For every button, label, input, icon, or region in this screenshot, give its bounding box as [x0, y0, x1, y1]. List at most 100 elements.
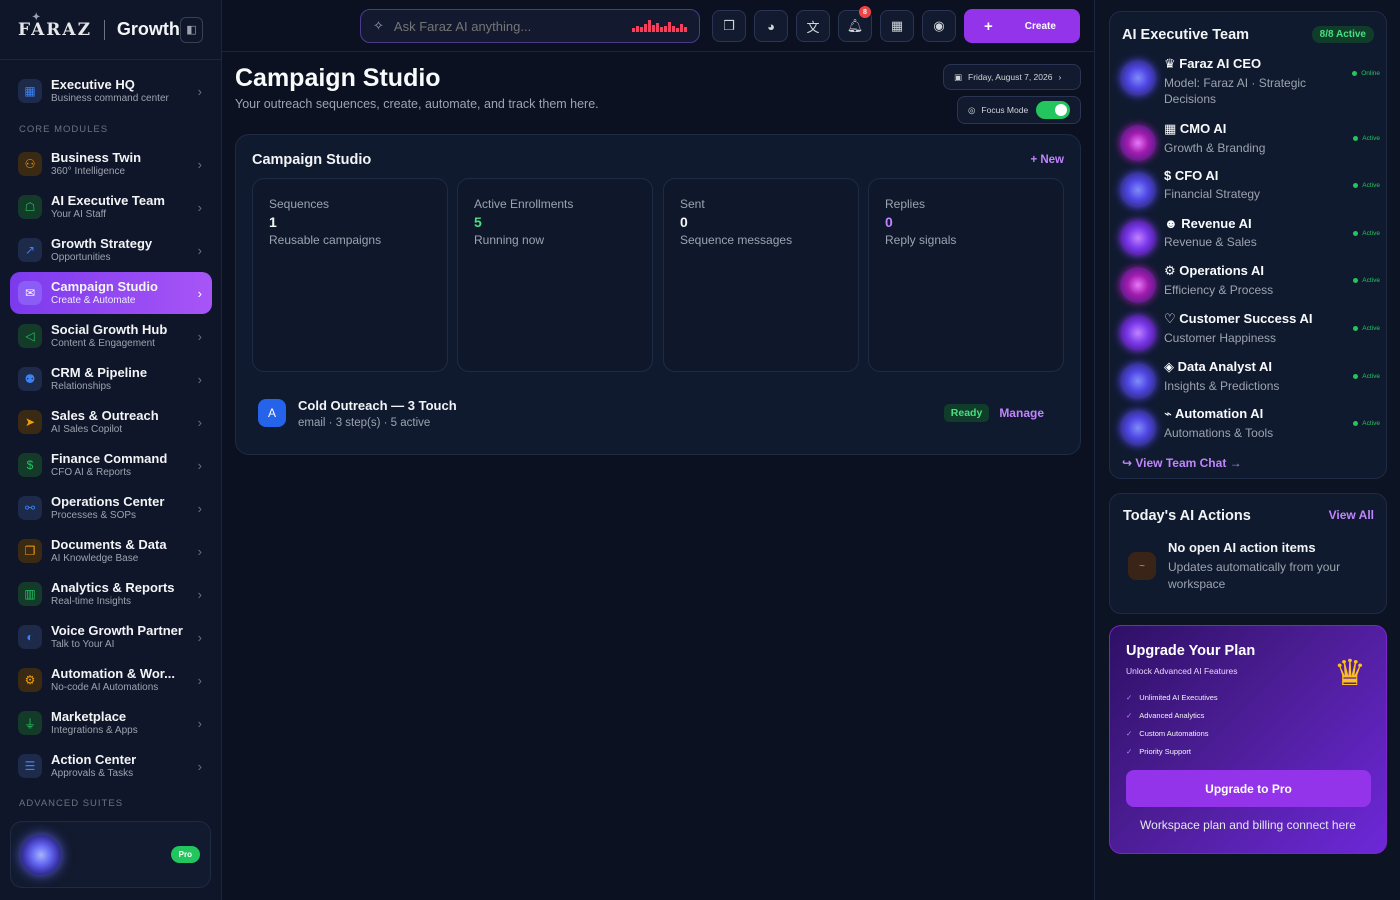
campaign-row[interactable]: A Cold Outreach — 3 Touch email · 3 step… — [258, 393, 1066, 433]
sidebar-item-voice-growth-partner[interactable]: ◐ Voice Growth Partner Talk to Your AI › — [10, 616, 212, 658]
megaphone-icon: ◁ — [18, 324, 42, 348]
member-desc: Revenue & Sales — [1164, 235, 1257, 249]
date-chip[interactable]: ▣ Friday, August 7, 2026 › — [943, 64, 1081, 90]
calendar-icon[interactable]: ▦ — [880, 10, 914, 42]
chevron-right-icon: › — [197, 500, 202, 516]
user-circle-icon[interactable]: ◉ — [922, 10, 956, 42]
sidebar-item-social-growth-hub[interactable]: ◁ Social Growth Hub Content & Engagement › — [10, 315, 212, 357]
toggle-switch[interactable] — [1036, 101, 1070, 119]
sidebar-item-label: AI Executive Team — [51, 193, 165, 208]
team-member[interactable]: ☻ Revenue AI Revenue & Sales Active — [1120, 216, 1380, 256]
member-name: ⚙ Operations AI — [1164, 263, 1265, 278]
sidebar-item-sub: Relationships — [51, 381, 112, 392]
upgrade-button[interactable]: Upgrade to Pro — [1126, 770, 1371, 807]
sidebar-item-label: Voice Growth Partner — [51, 623, 183, 638]
team-member[interactable]: $ CFO AI Financial Strategy Active — [1120, 168, 1380, 208]
stat-label: Sent — [680, 197, 705, 211]
team-member[interactable]: ♛ Faraz AI CEO Model: Faraz AI · Strategi… — [1120, 56, 1380, 107]
sidebar-item-label: Business Twin — [51, 150, 142, 165]
translate-icon[interactable]: 文 — [796, 10, 830, 42]
member-desc: Growth & Branding — [1164, 141, 1266, 155]
view-team-chat-link[interactable]: ↪ View Team Chat → — [1122, 456, 1242, 470]
stat-sub: Sequence messages — [680, 233, 793, 247]
sidebar-item-finance-command[interactable]: $ Finance Command CFO AI & Reports › — [10, 444, 212, 486]
sidebar-item-automation-wor[interactable]: ⚙ Automation & Wor... No-code AI Automatio… — [10, 659, 212, 701]
check-icon: ✓ — [1126, 747, 1133, 756]
mail-icon: ✉ — [18, 281, 42, 305]
ai-orb-avatar — [1120, 220, 1156, 256]
ai-team-card: AI Executive Team 8/8 Active ♛ Faraz AI … — [1109, 11, 1387, 479]
ask-ai-search[interactable]: ✧ — [360, 9, 700, 43]
campaign-studio-card: Campaign Studio + New Sequences 1 Reusable… — [235, 134, 1081, 455]
section-core-modules: CORE MODULES — [19, 124, 109, 135]
panel-collapse-icon[interactable]: ◧ — [179, 16, 203, 43]
stat-sub: Running now — [474, 233, 545, 247]
stat-sub: Reply signals — [885, 233, 957, 247]
sidebar-item-label: Campaign Studio — [51, 279, 158, 294]
team-member[interactable]: ⌁ Automation AI Automations & Tools Active — [1120, 406, 1380, 446]
stat-card-sequences: Sequences 1 Reusable campaigns — [252, 178, 448, 372]
focus-mode-toggle[interactable]: ◎ Focus Mode — [957, 96, 1081, 124]
team-member[interactable]: ⚙ Operations AI Efficiency & Process Activ… — [1120, 263, 1380, 303]
member-name: ⌁ Automation AI — [1164, 406, 1264, 421]
chevron-right-icon: › — [197, 543, 202, 559]
dollar-icon: $ — [18, 453, 42, 477]
bot-icon: ☖ — [18, 195, 42, 219]
stat-card-active-enrollments: Active Enrollments 5 Running now — [457, 178, 653, 372]
sidebar-item-sub: Create & Automate — [51, 295, 136, 306]
create-button[interactable]: + Create — [964, 9, 1080, 43]
stat-value: 5 — [474, 214, 482, 230]
sidebar-item-executive-hq[interactable]: ▦ Executive HQ Business command center › — [10, 70, 212, 112]
sidebar-item-action-center[interactable]: ☰ Action Center Approvals & Tasks › — [10, 745, 212, 787]
sidebar-item-crm-pipeline[interactable]: ⚉ CRM & Pipeline Relationships › — [10, 358, 212, 400]
member-name: ◈ Data Analyst AI — [1164, 359, 1273, 374]
crown-icon: ♛ — [1333, 652, 1366, 693]
status-indicator: Active — [1353, 420, 1380, 427]
new-campaign-link[interactable]: + New — [1030, 154, 1064, 166]
bell-icon[interactable]: 🔔︎ 8 — [838, 6, 872, 42]
sidebar-item-business-twin[interactable]: ⚇ Business Twin 360° Intelligence › — [10, 143, 212, 185]
sidebar-item-sub: Processes & SOPs — [51, 510, 137, 521]
member-desc: Insights & Predictions — [1164, 379, 1280, 393]
search-input[interactable] — [393, 18, 632, 34]
sidebar-item-documents-data[interactable]: ❐ Documents & Data AI Knowledge Base › — [10, 530, 212, 572]
team-member[interactable]: ▦ CMO AI Growth & Branding Active — [1120, 121, 1380, 161]
page-title: Campaign Studio — [235, 64, 441, 92]
checklist-icon: ☰ — [18, 754, 42, 778]
upgrade-subtitle: Unlock Advanced AI Features — [1126, 666, 1238, 676]
sidebar-item-ai-executive-team[interactable]: ☖ AI Executive Team Your AI Staff › — [10, 186, 212, 228]
sidebar-item-operations-center[interactable]: ⚯ Operations Center Processes & SOPs › — [10, 487, 212, 529]
palette-icon[interactable]: ◕ — [754, 10, 788, 42]
plug-icon: ⏚ — [18, 711, 42, 735]
view-all-link[interactable]: View All — [1329, 508, 1374, 522]
sidebar-item-analytics-reports[interactable]: ▥ Analytics & Reports Real-time Insights › — [10, 573, 212, 615]
feature-item: ✓ Advanced Analytics — [1126, 711, 1205, 720]
sidebar-item-sub: Integrations & Apps — [51, 725, 138, 736]
status-indicator: Active — [1353, 325, 1380, 332]
team-member[interactable]: ◈ Data Analyst AI Insights & Predictions A… — [1120, 359, 1380, 399]
sidebar-item-marketplace[interactable]: ⏚ Marketplace Integrations & Apps › — [10, 702, 212, 744]
topbar: ✧ ❒ ◕ 文 🔔︎8 ▦ ◉ + Create — [222, 0, 1094, 52]
sidebar-item-label: Finance Command — [51, 451, 168, 466]
sidebar-item-growth-strategy[interactable]: ↗ Growth Strategy Opportunities › — [10, 229, 212, 271]
faraz-logo[interactable]: ✦ FARAZ — [18, 12, 92, 40]
book-icon[interactable]: ❒ — [712, 10, 746, 42]
chevron-right-icon: › — [197, 457, 202, 473]
chevron-right-icon: › — [197, 715, 202, 731]
status-indicator: Active — [1353, 230, 1380, 237]
sidebar-item-campaign-studio[interactable]: ✉ Campaign Studio Create & Automate › — [10, 272, 212, 314]
manage-link[interactable]: Manage — [999, 406, 1044, 420]
status-indicator: Active — [1353, 277, 1380, 284]
sidebar-item-label: Analytics & Reports — [51, 580, 175, 595]
chevron-right-icon: › — [197, 285, 202, 301]
sidebar-item-sales-outreach[interactable]: ➤ Sales & Outreach AI Sales Copilot › — [10, 401, 212, 443]
check-icon: ✓ — [1126, 729, 1133, 738]
voice-wave-icon[interactable] — [632, 20, 687, 32]
ai-orb-avatar — [1120, 410, 1156, 446]
sidebar: ✦ FARAZ Growth ◧ ▦ Executive HQ Business co… — [0, 0, 222, 900]
team-member[interactable]: ♡ Customer Success AI Customer Happiness A… — [1120, 311, 1380, 351]
pro-badge: Pro — [170, 846, 200, 863]
feature-item: ✓ Custom Automations — [1126, 729, 1209, 738]
bird-icon: ✦ — [32, 11, 43, 23]
profile-card[interactable]: Pro — [10, 821, 211, 888]
